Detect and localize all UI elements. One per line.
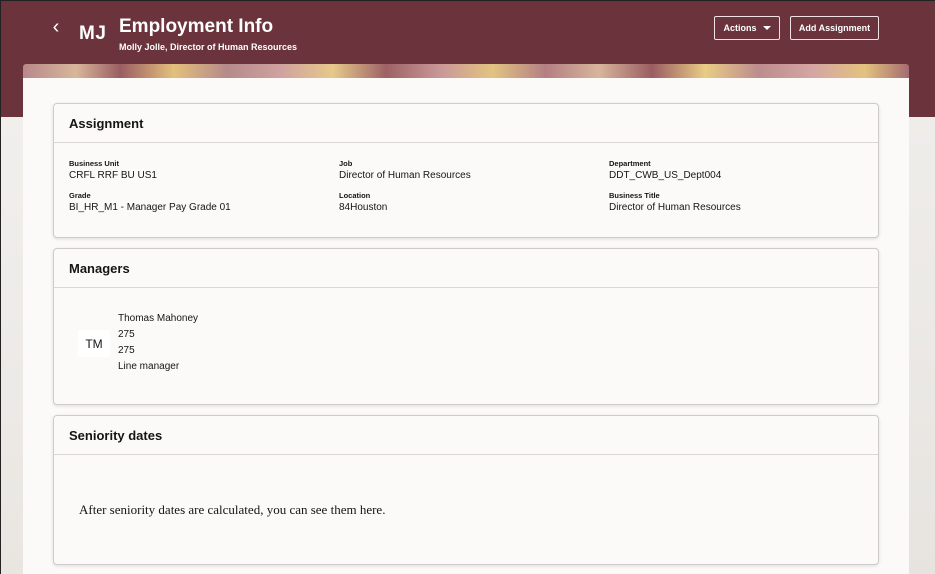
manager-type: Line manager	[118, 361, 180, 372]
field-value: Director of Human Resources	[609, 202, 741, 213]
assignment-card: Assignment Business Unit CRFL RRF BU US1…	[53, 103, 879, 238]
page-subtitle: Molly Jolle, Director of Human Resources	[119, 42, 298, 52]
manager-detail-line: 275	[118, 329, 135, 340]
field-location: Location 84Houston	[339, 191, 387, 214]
manager-detail-line: 275	[118, 345, 135, 356]
actions-label: Actions	[723, 23, 757, 33]
header-avatar: MJ	[79, 23, 107, 44]
managers-card-title: Managers	[54, 249, 878, 288]
back-button[interactable]: ‹	[46, 15, 66, 39]
manager-item[interactable]: TM Thomas Mahoney 275 275 Line manager	[54, 288, 878, 405]
avatar: TM	[78, 330, 110, 357]
field-label: Business Unit	[69, 159, 120, 168]
field-value: 84Houston	[339, 202, 388, 213]
field-business-title: Business Title Director of Human Resourc…	[609, 191, 741, 214]
manager-name: Thomas Mahoney	[118, 313, 199, 324]
managers-card: Managers TM Thomas Mahoney 275 275 Line …	[53, 248, 879, 405]
empty-state-message: After seniority dates are calculated, yo…	[79, 502, 386, 517]
manager-details: Thomas Mahoney 275 275 Line manager	[118, 311, 198, 375]
field-value: DDT_CWB_US_Dept004	[609, 170, 722, 181]
caret-down-icon	[762, 26, 771, 30]
seniority-card-title: Seniority dates	[54, 416, 878, 455]
field-job: Job Director of Human Resources	[339, 159, 471, 182]
add-assignment-label: Add Assignment	[798, 23, 871, 33]
chevron-left-icon: ‹	[52, 16, 60, 38]
field-grade: Grade BI_HR_M1 - Manager Pay Grade 01	[69, 191, 231, 214]
field-label: Job	[339, 159, 353, 168]
add-assignment-button[interactable]: Add Assignment	[790, 16, 879, 40]
field-business-unit: Business Unit CRFL RRF BU US1	[69, 159, 157, 182]
field-value: BI_HR_M1 - Manager Pay Grade 01	[69, 202, 231, 213]
field-label: Business Title	[609, 191, 660, 200]
background-left	[1, 117, 23, 574]
field-label: Department	[609, 159, 651, 168]
background-right	[909, 117, 935, 574]
field-value: Director of Human Resources	[339, 170, 471, 181]
header-decorative-banner	[23, 64, 909, 78]
page-title: Employment Info	[119, 16, 274, 37]
main-content: Assignment Business Unit CRFL RRF BU US1…	[23, 78, 909, 574]
field-label: Grade	[69, 191, 91, 200]
actions-button[interactable]: Actions	[714, 16, 780, 40]
field-value: CRFL RRF BU US1	[69, 170, 157, 181]
assignment-card-title: Assignment	[54, 104, 878, 143]
field-label: Location	[339, 191, 371, 200]
seniority-dates-card: Seniority dates After seniority dates ar…	[53, 415, 879, 565]
field-department: Department DDT_CWB_US_Dept004	[609, 159, 721, 182]
